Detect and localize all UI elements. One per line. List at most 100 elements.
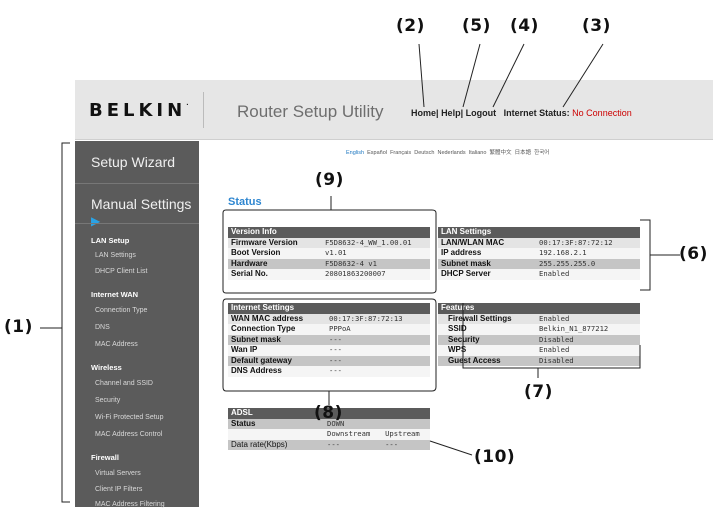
- row-value: ---: [326, 355, 430, 366]
- sidebar-item-mac-address[interactable]: MAC Address: [95, 341, 138, 348]
- internet-status-label: Internet Status:: [503, 108, 570, 118]
- row-label: Connection Type: [228, 324, 326, 335]
- home-link[interactable]: Home: [411, 108, 436, 118]
- callout-2: (2): [396, 16, 425, 36]
- row-value: Enabled: [536, 269, 640, 280]
- callout-6: (6): [679, 244, 708, 264]
- lang-japanese[interactable]: 日本語: [515, 150, 532, 156]
- version-info-title: Version Info: [228, 227, 430, 238]
- callout-1: (1): [4, 317, 33, 337]
- row-label: IP address: [438, 248, 536, 259]
- internet-settings-table: Internet Settings WAN MAC address 00:17:3…: [228, 303, 430, 377]
- row-label: Firmware Version: [228, 237, 322, 248]
- callout-7: (7): [524, 382, 553, 402]
- row-label: Guest Access: [438, 355, 536, 366]
- play-arrow-icon: ▶: [91, 214, 101, 228]
- table-row: Guest Access Disabled: [438, 355, 640, 366]
- row-value: Enabled: [536, 345, 640, 356]
- row-label: DHCP Server: [438, 269, 536, 280]
- row-value: 00:17:3F:87:72:13: [326, 313, 430, 324]
- row-label: DNS Address: [228, 366, 326, 377]
- app-title: Router Setup Utility: [237, 102, 384, 121]
- callout-10: (10): [474, 447, 516, 467]
- sidebar-divider: [75, 223, 199, 224]
- sidebar-item-wps[interactable]: Wi-Fi Protected Setup: [95, 414, 163, 421]
- lan-settings-table: LAN Settings LAN/WLAN MAC 00:17:3F:87:72:…: [438, 227, 640, 280]
- table-row: Firewall Settings Enabled: [438, 313, 640, 324]
- sidebar-item-dns[interactable]: DNS: [95, 324, 110, 331]
- nav-separator: |: [460, 108, 464, 118]
- row-value: v1.01: [322, 248, 430, 259]
- table-row: Firmware Version F5D8632-4_WW_1.00.01: [228, 237, 430, 248]
- callout-3: (3): [582, 16, 611, 36]
- app-header: BELKIN. Router Setup Utility Home| Help|…: [75, 80, 713, 140]
- row-value: PPPoA: [326, 324, 430, 335]
- lang-italiano[interactable]: Italiano: [469, 150, 487, 156]
- row-label: Hardware: [228, 258, 322, 269]
- bracket-1: [61, 142, 70, 503]
- sidebar-item-channel-ssid[interactable]: Channel and SSID: [95, 380, 153, 387]
- top-nav: Home| Help| Logout Internet Status: No C…: [411, 108, 632, 118]
- help-link[interactable]: Help: [441, 108, 461, 118]
- table-row: Boot Version v1.01: [228, 248, 430, 259]
- table-row: Default gateway ---: [228, 355, 430, 366]
- lan-settings-title: LAN Settings: [438, 227, 640, 238]
- table-row: Wan IP ---: [228, 345, 430, 356]
- setup-wizard-link[interactable]: Setup Wizard: [91, 154, 175, 170]
- row-value: 20801863200007: [322, 269, 430, 280]
- logo-mark: .: [186, 100, 189, 107]
- table-row: Downstream Upstream: [228, 429, 430, 440]
- sidebar-item-connection-type[interactable]: Connection Type: [95, 307, 147, 314]
- row-value: ---: [326, 345, 430, 356]
- sidebar-item-security[interactable]: Security: [95, 397, 120, 404]
- sidebar-head-wireless: Wireless: [91, 363, 122, 372]
- adsl-rate-up: ---: [382, 439, 430, 450]
- sidebar-item-dhcp-client-list[interactable]: DHCP Client List: [95, 268, 147, 275]
- adsl-rate-down: ---: [324, 439, 383, 450]
- lang-espanol[interactable]: Español: [367, 150, 387, 156]
- sidebar-item-virtual-servers[interactable]: Virtual Servers: [95, 470, 141, 477]
- logo-text: BELKIN: [89, 100, 187, 121]
- header-divider: [203, 92, 204, 128]
- sidebar-head-lan-setup: LAN Setup: [91, 236, 130, 245]
- row-value: Belkin_N1_877212: [536, 324, 640, 335]
- callout-5: (5): [462, 16, 491, 36]
- lang-francais[interactable]: Français: [390, 150, 411, 156]
- table-row: IP address 192.168.2.1: [438, 248, 640, 259]
- lang-english[interactable]: English: [346, 150, 364, 156]
- table-row: Connection Type PPPoA: [228, 324, 430, 335]
- features-title: Features: [438, 303, 640, 314]
- table-row: WPS Enabled: [438, 345, 640, 356]
- adsl-downstream-header: Downstream: [324, 429, 383, 440]
- row-label: Wan IP: [228, 345, 326, 356]
- belkin-logo: BELKIN.: [89, 100, 188, 121]
- features-table: Features Firewall Settings Enabled SSID Be…: [438, 303, 640, 366]
- logout-link[interactable]: Logout: [466, 108, 497, 118]
- row-value: 00:17:3F:87:72:12: [536, 237, 640, 248]
- callout-4: (4): [510, 16, 539, 36]
- sidebar-item-client-ip-filters[interactable]: Client IP Filters: [95, 486, 142, 493]
- table-row: Subnet mask ---: [228, 334, 430, 345]
- lang-deutsch[interactable]: Deutsch: [414, 150, 434, 156]
- table-row: WAN MAC address 00:17:3F:87:72:13: [228, 313, 430, 324]
- lang-chinese[interactable]: 繁體中文: [489, 150, 511, 156]
- internet-status-value: No Connection: [572, 108, 632, 118]
- table-row: LAN/WLAN MAC 00:17:3F:87:72:12: [438, 237, 640, 248]
- row-label: Subnet mask: [438, 258, 536, 269]
- row-value: ---: [326, 366, 430, 377]
- sidebar-item-lan-settings[interactable]: LAN Settings: [95, 252, 136, 259]
- row-label: LAN/WLAN MAC: [438, 237, 536, 248]
- version-info-table: Version Info Firmware Version F5D8632-4_W…: [228, 227, 430, 280]
- row-value: 255.255.255.0: [536, 258, 640, 269]
- row-label: Serial No.: [228, 269, 322, 280]
- lang-korean[interactable]: 한국어: [534, 150, 549, 156]
- sidebar: Setup Wizard Manual Settings ▶ LAN Setup…: [75, 141, 199, 508]
- lang-nederlands[interactable]: Nederlands: [437, 150, 465, 156]
- table-row: Serial No. 20801863200007: [228, 269, 430, 280]
- manual-settings-label: Manual Settings: [91, 196, 192, 212]
- row-label: WAN MAC address: [228, 313, 326, 324]
- status-title: Status: [228, 196, 262, 208]
- sidebar-head-firewall: Firewall: [91, 453, 119, 462]
- sidebar-item-mac-address-control[interactable]: MAC Address Control: [95, 431, 162, 438]
- row-label: SSID: [438, 324, 536, 335]
